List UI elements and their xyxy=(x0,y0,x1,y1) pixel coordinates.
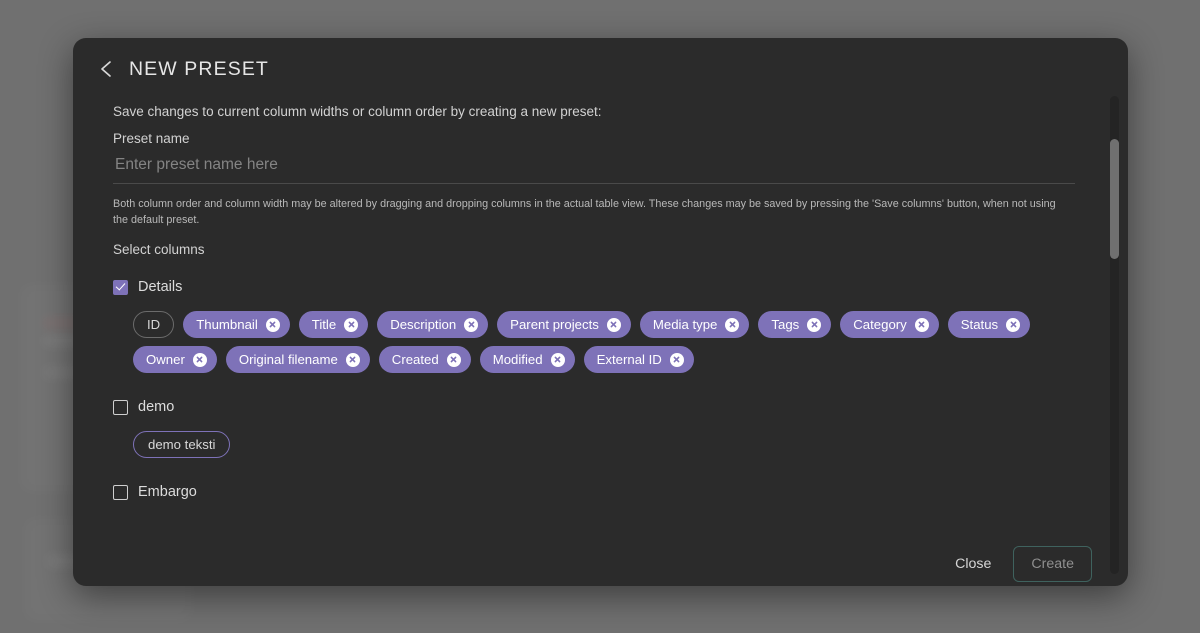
chip-label: Title xyxy=(311,317,337,333)
chip-label: Parent projects xyxy=(510,317,599,333)
chip-label: Status xyxy=(960,317,999,333)
chip-remove-icon[interactable] xyxy=(464,317,479,332)
dialog-footer: Close Create xyxy=(73,542,1128,586)
chip-remove-icon[interactable] xyxy=(550,352,565,367)
column-chip[interactable]: Tags xyxy=(758,311,832,339)
chip-label: ID xyxy=(147,317,161,333)
intro-text: Save changes to current column widths or… xyxy=(113,104,602,119)
chip-remove-icon[interactable] xyxy=(606,317,621,332)
column-chip[interactable]: Owner xyxy=(133,346,217,374)
chip-label: Tags xyxy=(771,317,800,333)
chip-label: Description xyxy=(390,317,457,333)
chip-remove-icon[interactable] xyxy=(914,317,929,332)
helper-text: Both column order and column width may b… xyxy=(113,198,1056,227)
scrollbar-thumb[interactable] xyxy=(1110,139,1119,259)
chip-label: Created xyxy=(391,352,439,368)
chip-label: Original filename xyxy=(238,352,338,368)
column-chip[interactable]: Description xyxy=(377,311,489,339)
column-chip[interactable]: Parent projects xyxy=(497,311,631,339)
chip-remove-icon[interactable] xyxy=(1006,317,1021,332)
column-chip[interactable]: Title xyxy=(298,311,369,339)
chip-label: External ID xyxy=(596,352,662,368)
chip-list-details: ID Thumbnail Title Description Parent projec… xyxy=(113,311,1053,374)
scrollbar-track[interactable] xyxy=(1110,96,1119,574)
column-chip[interactable]: Thumbnail xyxy=(183,311,290,339)
page-title: NEW PRESET xyxy=(129,57,269,80)
chip-remove-icon[interactable] xyxy=(192,352,207,367)
chip-label: Modified xyxy=(492,352,543,368)
chip-label: demo teksti xyxy=(148,437,216,453)
checkbox-checked-icon xyxy=(113,279,128,295)
column-chip[interactable]: ID xyxy=(133,311,175,339)
column-group-embargo: Embargo xyxy=(113,484,1088,516)
chip-remove-icon[interactable] xyxy=(446,352,461,367)
chip-remove-icon[interactable] xyxy=(725,317,740,332)
group-checkbox-embargo[interactable]: Embargo xyxy=(113,484,197,500)
chip-remove-icon[interactable] xyxy=(669,352,684,367)
preset-name-input[interactable] xyxy=(113,156,1075,184)
group-checkbox-demo[interactable]: demo xyxy=(113,399,174,415)
dialog-scroll-area: Save changes to current column widths or… xyxy=(73,100,1128,542)
column-group-demo: demo demo teksti xyxy=(113,399,1088,459)
preset-name-label: Preset name xyxy=(113,131,190,146)
dialog-header: NEW PRESET xyxy=(73,38,1128,100)
column-chip[interactable]: External ID xyxy=(583,346,694,374)
back-button[interactable] xyxy=(89,52,123,86)
chip-list-demo: demo teksti xyxy=(113,431,1053,459)
chip-remove-icon[interactable] xyxy=(807,317,822,332)
column-chip[interactable]: Modified xyxy=(479,346,575,374)
chip-remove-icon[interactable] xyxy=(265,317,280,332)
column-group-details: Details ID Thumbnail Title Description Paren… xyxy=(113,279,1088,374)
create-button[interactable]: Create xyxy=(1013,546,1092,582)
chevron-left-icon xyxy=(101,61,111,77)
chip-remove-icon[interactable] xyxy=(345,352,360,367)
column-chip[interactable]: Original filename xyxy=(225,346,370,374)
select-columns-label: Select columns xyxy=(113,242,205,258)
column-chip[interactable]: Category xyxy=(840,311,939,339)
chip-label: Thumbnail xyxy=(196,317,258,333)
column-chip[interactable]: Media type xyxy=(639,311,750,339)
group-label: Embargo xyxy=(138,484,197,501)
column-chip[interactable]: Created xyxy=(378,346,471,374)
close-button[interactable]: Close xyxy=(945,548,1001,580)
chip-label: Owner xyxy=(146,352,185,368)
chip-remove-icon[interactable] xyxy=(344,317,359,332)
group-label: demo xyxy=(138,399,175,416)
group-label: Details xyxy=(138,279,183,296)
chip-label: Media type xyxy=(652,317,718,333)
checkbox-unchecked-icon xyxy=(113,484,128,500)
column-chip[interactable]: Status xyxy=(947,311,1031,339)
column-chip[interactable]: demo teksti xyxy=(133,431,231,459)
chip-label: Category xyxy=(853,317,907,333)
group-checkbox-details[interactable]: Details xyxy=(113,279,182,295)
new-preset-dialog: NEW PRESET Save changes to current colum… xyxy=(73,38,1128,586)
checkbox-unchecked-icon xyxy=(113,399,128,415)
